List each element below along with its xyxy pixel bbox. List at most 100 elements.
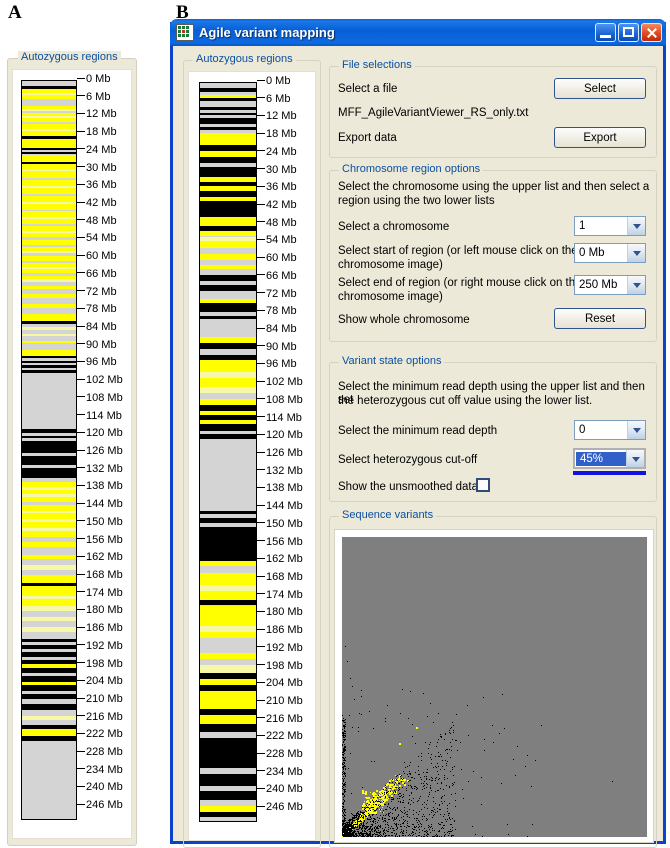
variant-point	[415, 835, 417, 837]
variant-point	[398, 794, 399, 796]
variant-point	[444, 750, 446, 752]
variant-point	[397, 789, 399, 791]
variant-point	[417, 765, 419, 767]
chromosome-select[interactable]: 1	[574, 216, 646, 236]
ideogram-tick-label: 66 Mb	[257, 270, 297, 282]
variant-point	[473, 771, 474, 773]
variant-point	[483, 739, 485, 741]
tick-text: 180 Mb	[266, 606, 303, 619]
variant-point	[540, 724, 542, 726]
close-button[interactable]	[641, 23, 662, 42]
variant-point	[424, 780, 426, 782]
variant-point	[515, 774, 516, 776]
minimize-button[interactable]	[595, 23, 616, 42]
chromosome-band	[22, 139, 76, 148]
variant-point	[385, 809, 387, 811]
tick-text: 180 Mb	[86, 604, 123, 617]
het-cutoff-select[interactable]: 45%	[573, 448, 646, 469]
variant-point	[397, 828, 399, 829]
tick-text: 72 Mb	[266, 287, 297, 300]
variant-point	[416, 829, 418, 831]
variant-point	[409, 762, 411, 763]
variant-point	[356, 826, 358, 827]
variant-point	[343, 813, 345, 815]
variant-point	[418, 820, 420, 822]
variant-point	[444, 834, 446, 836]
show-unsmoothed-checkbox[interactable]	[476, 478, 490, 492]
ideogram-tick-label: 222 Mb	[257, 731, 303, 742]
variant-point	[535, 760, 537, 762]
maximize-button[interactable]	[618, 23, 639, 42]
show-unsmoothed-label: Show the unsmoothed data	[338, 481, 479, 493]
variant-point	[392, 779, 394, 781]
chevron-down-icon[interactable]	[626, 450, 644, 467]
variant-point	[342, 803, 344, 805]
sequence-variants-scatter-plot[interactable]	[342, 537, 647, 837]
variant-point	[402, 689, 404, 691]
variant-point	[446, 763, 448, 765]
window-titlebar[interactable]: Agile variant mapping	[170, 19, 666, 46]
variant-point	[407, 820, 409, 822]
chromosome-band	[200, 695, 256, 709]
start-region-select[interactable]: 0 Mb	[574, 243, 646, 263]
variant-point	[432, 809, 433, 811]
variant-point	[448, 812, 450, 814]
variant-point	[454, 793, 456, 794]
variant-point	[420, 795, 422, 797]
variant-point	[410, 777, 412, 778]
min-read-depth-select[interactable]: 0	[574, 420, 646, 440]
chevron-down-icon[interactable]	[627, 217, 645, 235]
export-button[interactable]: Export	[554, 127, 646, 148]
tick-mark	[77, 130, 85, 132]
variant-point	[450, 828, 451, 830]
chromosome-ideogram-b[interactable]	[199, 82, 257, 822]
variant-point	[385, 833, 387, 834]
variant-point	[342, 762, 343, 764]
tick-mark	[257, 132, 265, 134]
variant-state-groupbox: Variant state options Select the minimum…	[329, 355, 657, 502]
select-button[interactable]: Select	[554, 78, 646, 99]
variant-point	[393, 798, 395, 800]
variant-point	[484, 750, 486, 752]
chromosome-ideogram-a[interactable]	[21, 80, 77, 820]
variant-point	[434, 829, 436, 831]
variant-point	[363, 829, 365, 831]
variant-point	[414, 777, 416, 779]
tick-mark	[77, 95, 85, 97]
het-cutoff-label: Select heterozygous cut-off	[338, 454, 478, 466]
variant-point	[345, 829, 347, 830]
variant-point	[361, 714, 362, 716]
variant-point	[380, 833, 382, 835]
het-cutoff-value: 45%	[576, 451, 626, 466]
variant-point	[423, 834, 425, 835]
variant-point	[361, 811, 363, 813]
chevron-down-icon[interactable]	[627, 276, 645, 294]
variant-point	[412, 735, 414, 737]
ideogram-tick-label: 204 Mb	[77, 676, 123, 687]
variant-point	[389, 812, 391, 813]
variant-point	[443, 776, 445, 778]
chevron-down-icon[interactable]	[627, 244, 645, 262]
variant-point	[441, 756, 443, 758]
tick-mark	[77, 750, 85, 752]
tick-mark	[257, 451, 265, 453]
reset-button[interactable]: Reset	[554, 308, 646, 329]
variant-point	[382, 811, 384, 813]
chevron-down-icon[interactable]	[627, 421, 645, 439]
variant-point	[344, 824, 346, 825]
variant-point	[362, 791, 365, 794]
variant-point	[404, 807, 405, 808]
variant-point	[388, 803, 390, 805]
tick-mark	[257, 717, 265, 719]
tick-text: 66 Mb	[86, 267, 117, 280]
variant-point	[377, 806, 379, 808]
variant-point	[418, 834, 420, 836]
variant-point	[443, 832, 445, 834]
end-region-select[interactable]: 250 Mb	[574, 275, 646, 295]
variant-point	[350, 812, 352, 814]
variant-point	[393, 833, 395, 835]
variant-point	[398, 783, 400, 784]
variant-point	[409, 795, 411, 796]
variant-point	[403, 809, 405, 811]
chromosome-band	[200, 664, 256, 674]
